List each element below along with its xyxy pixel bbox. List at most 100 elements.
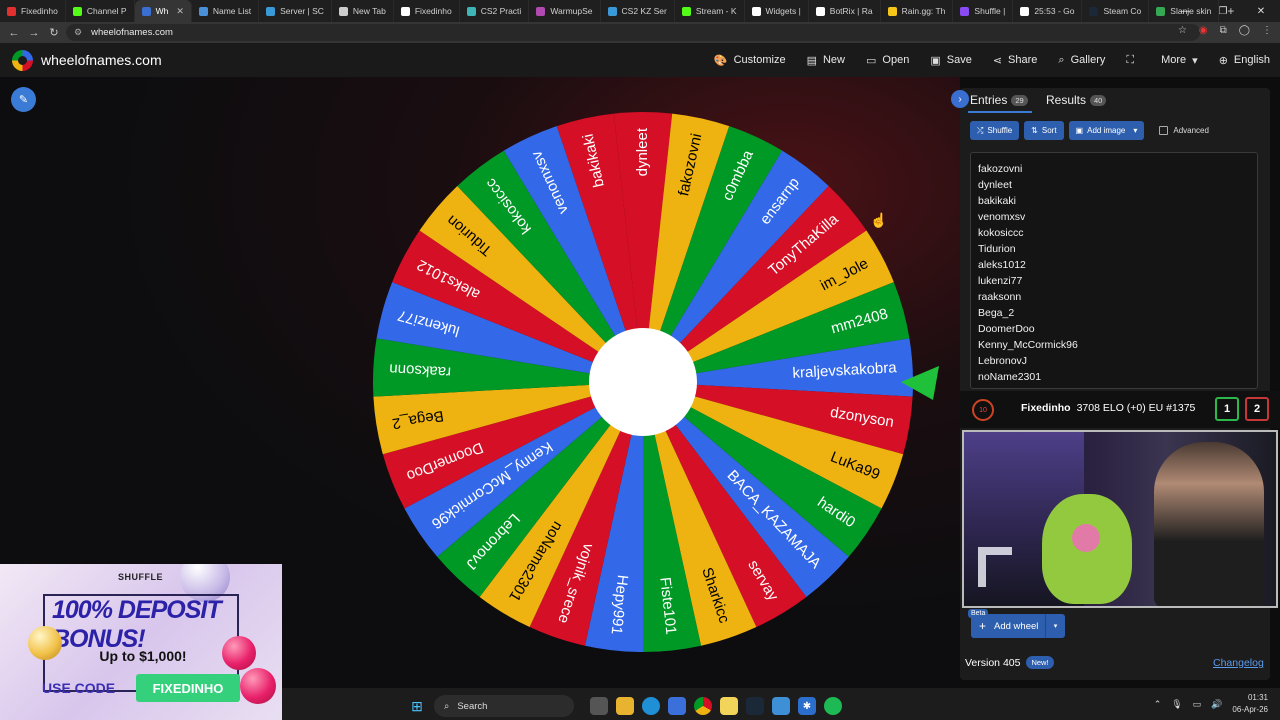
checkbox-icon [1159,126,1169,135]
url-text: wheelofnames.com [91,27,173,38]
search-icon: ⌕ [1058,53,1065,66]
ad-brand: SHUFFLE [118,572,163,582]
browser-tab[interactable]: Steam Co [1082,0,1150,22]
minimize-icon[interactable]: — [1166,0,1204,22]
menu-customize-button[interactable]: 🎨 Customize [714,54,786,67]
tray-chevron-icon[interactable]: ⌃ [1154,699,1162,710]
close-tab-icon[interactable]: ✕ [176,6,184,17]
notepad-icon[interactable] [720,697,738,715]
entry-line: raaksonn [978,291,1022,303]
wheel-of-names[interactable]: dynleet fakozovni c0mbba ensarnpTonyThaKill… [370,110,950,660]
browser-tab[interactable]: Rain.gg: Th [881,0,954,22]
browser-tab[interactable]: 25:53 - Go [1013,0,1083,22]
edit-pencil-button[interactable]: ✎ [11,87,36,112]
menu-save-button[interactable]: ▣ Save [930,54,971,67]
changelog-link[interactable]: Changelog [1213,657,1264,669]
collapse-panel-icon[interactable]: › [951,90,969,108]
network-icon[interactable]: ▭ [1193,699,1202,710]
site-name[interactable]: wheelofnames.com [41,52,162,68]
menu-more-button[interactable]: More ▾ [1161,54,1198,67]
chevron-down-icon: ▾ [1133,126,1138,135]
menu-english-button[interactable]: ⊕ English [1219,54,1270,67]
menu-gallery-button[interactable]: ⌕ Gallery [1058,54,1105,67]
entry-line: venomxsv [978,211,1026,223]
menu-fullscreen-button[interactable]: ⛶ [1126,54,1140,67]
tab-entries[interactable]: Entries 29 [968,93,1032,113]
file-explorer-icon[interactable] [616,697,634,715]
photos-icon[interactable] [772,697,790,715]
browser-tab[interactable]: CS2 KZ Ser [601,0,675,22]
browser-menu-icon[interactable]: ⋮ [1262,25,1272,36]
panel-tabs: › Entries 29 Results 40 [951,88,1270,113]
webcam-streamer [1154,442,1264,606]
wheel-center-button[interactable] [589,328,697,436]
maximize-icon[interactable]: ❐ [1204,0,1242,22]
advanced-checkbox[interactable]: Advanced [1159,126,1209,135]
browser-tab-label: Server | SC [280,6,324,16]
sort-label: Sort [1041,126,1057,135]
browser-tab[interactable]: WarmupSe [529,0,601,22]
profile-icon[interactable]: ◯ [1239,25,1250,36]
browser-tab[interactable]: Stream - K [675,0,745,22]
browser-tab[interactable]: New Tab [332,0,394,22]
menu-new-button[interactable]: ▤ New [807,54,845,67]
taskbar-search[interactable]: ⌕ Search [434,695,574,717]
browser-tab[interactable]: CS2 Practi [460,0,530,22]
tab-favicon-icon [815,6,825,16]
add-image-button[interactable]: ▣ Add image ▾ [1068,121,1145,140]
browser-tab-label: Channel P [86,6,127,16]
browser-tab[interactable]: Shuffle | [953,0,1014,22]
shuffle-label: Shuffle [987,126,1013,135]
entry-line: dynleet [978,179,1012,191]
close-window-icon[interactable]: ✕ [1242,0,1280,22]
browser-toolbar-icons: ☆ ◉ ⧉ ◯ ⋮ [1178,25,1272,36]
browser-tab[interactable]: Server | SC [259,0,332,22]
edge-icon[interactable] [642,697,660,715]
windows-start-icon[interactable]: ⊞ [408,697,426,715]
browser-tab[interactable]: Fixedinho [0,0,66,22]
browser-tab-label: Name List [212,6,252,16]
chevron-down-icon[interactable]: ▾ [1045,614,1065,638]
app-icon[interactable]: ✱ [798,697,816,715]
browser-tab[interactable]: Channel P [66,0,135,22]
extensions-icon[interactable]: ⧉ [1220,25,1227,36]
chrome-icon[interactable] [694,697,712,715]
browser-tab[interactable]: Name List [192,0,260,22]
ad-promo-code: FIXEDINHO [136,674,240,702]
sort-button[interactable]: ⇅ Sort [1024,121,1064,140]
menu-share-button[interactable]: ⋖ Share [993,54,1038,67]
shuffle-button[interactable]: ⤮ Shuffle [970,121,1020,140]
tab-favicon-icon [960,6,970,16]
entry-line: Tidurion [978,243,1016,255]
site-info-icon[interactable]: ⚙ [74,27,82,38]
microphone-icon[interactable]: 🎙 [1171,699,1182,710]
browser-tab-label: Wh [155,6,169,16]
bookmark-star-icon[interactable]: ☆ [1178,25,1187,36]
store-icon[interactable] [668,697,686,715]
clock[interactable]: 01:31 06-Apr-26 [1232,692,1268,716]
volume-icon[interactable]: 🔊 [1211,699,1222,710]
browser-tab[interactable]: Wh ✕ [134,0,192,22]
entries-textarea[interactable]: fakozovni dynleet bakikaki venomxsv kokosicc… [970,152,1258,389]
tab-favicon-icon [7,6,16,16]
browser-tab[interactable]: BotRix | Ra [809,0,881,22]
task-view-icon[interactable] [590,697,608,715]
clock-time: 01:31 [1247,693,1268,702]
wheel-logo-icon[interactable] [12,50,33,71]
menu-label: Gallery [1070,54,1106,66]
reload-icon[interactable]: ↻ [44,26,64,39]
extension-badge-icon[interactable]: ◉ [1199,25,1208,36]
back-icon[interactable]: ← [4,27,24,39]
spotify-icon[interactable] [824,697,842,715]
menu-open-button[interactable]: ▭ Open [866,54,909,67]
steam-icon[interactable] [746,697,764,715]
browser-tab[interactable]: Widgets | [745,0,809,22]
forward-icon[interactable]: → [24,27,44,39]
browser-tab-label: WarmupSe [550,6,593,16]
url-field[interactable]: ⚙ wheelofnames.com [66,24,1200,41]
browser-tab[interactable]: Fixedinho [394,0,460,22]
shuffle-ad-banner[interactable]: SHUFFLE 100% DEPOSIT BONUS! Up to $1,000… [0,564,282,720]
webcam-logo [978,547,1012,587]
tab-results[interactable]: Results 40 [1046,93,1107,107]
wheel-entry-label: dynleet [634,127,651,176]
